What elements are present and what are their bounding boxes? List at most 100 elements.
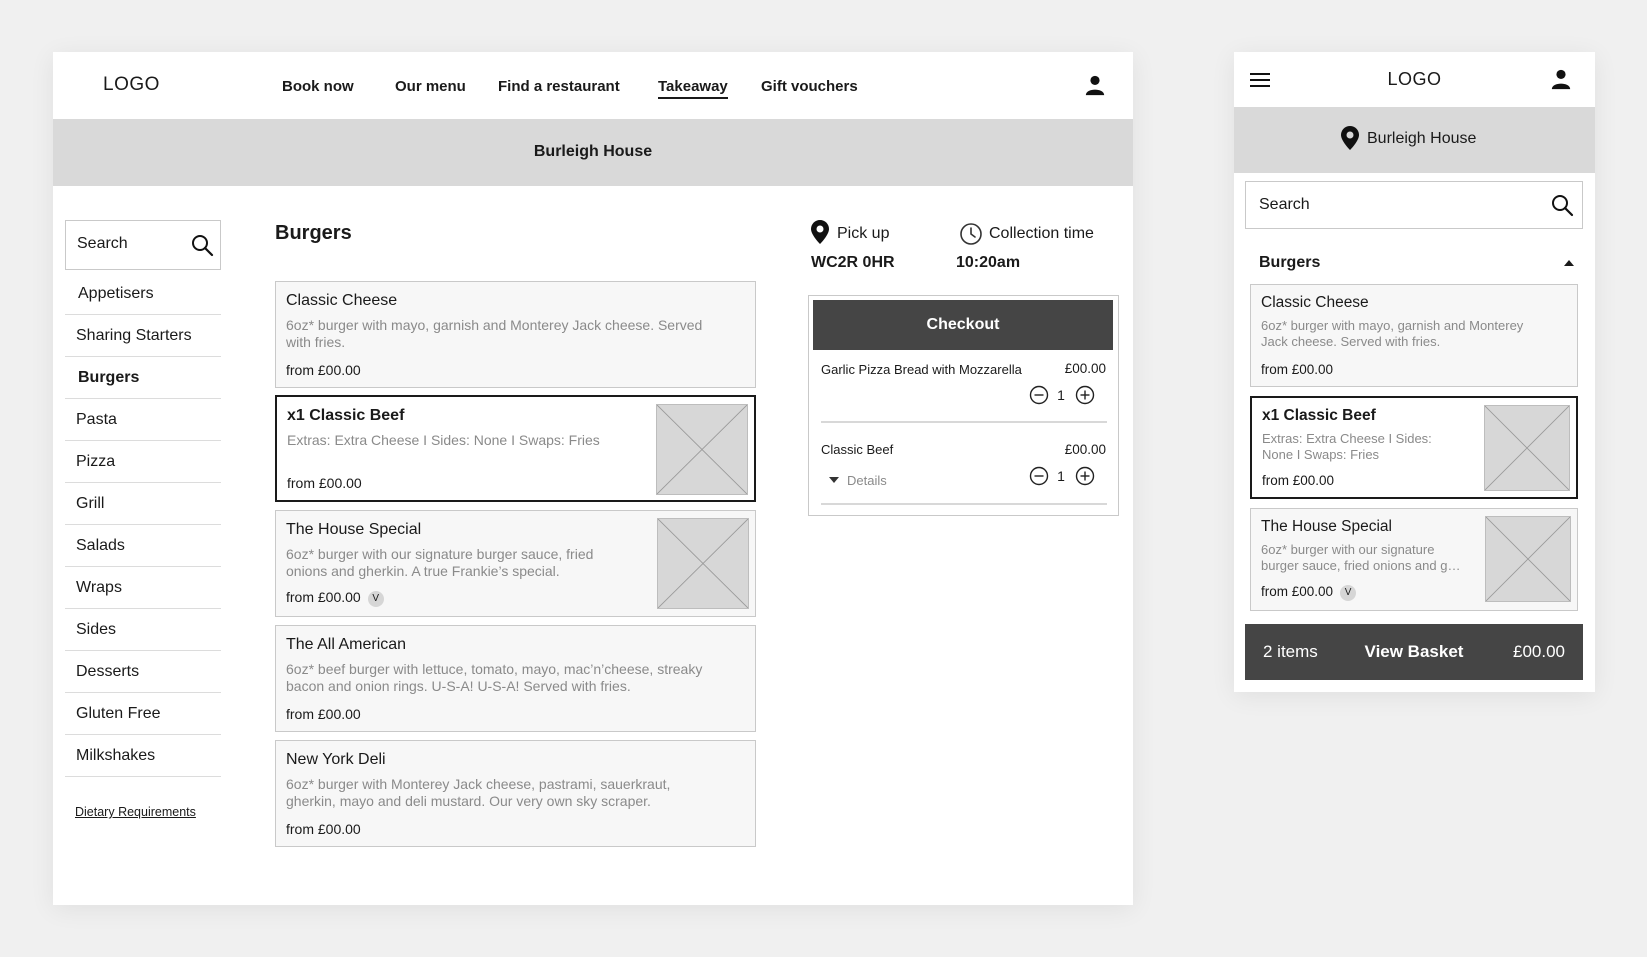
image-placeholder-icon xyxy=(657,518,749,609)
description-line: 6oz* burger with our signature burger sa… xyxy=(286,546,594,562)
minus-circle-icon[interactable] xyxy=(1029,466,1049,486)
category-desserts[interactable]: Desserts xyxy=(65,651,221,693)
plus-circle-icon[interactable] xyxy=(1075,466,1095,486)
image-placeholder-icon xyxy=(1484,405,1570,491)
menu-item-price: from £00.00 xyxy=(1262,473,1335,488)
nav-our-menu[interactable]: Our menu xyxy=(395,78,466,95)
logo[interactable]: LOGO xyxy=(1234,69,1595,90)
category-milkshakes[interactable]: Milkshakes xyxy=(65,735,221,777)
collection-time-label: Collection time xyxy=(989,225,1094,242)
menu-item-price-row: from £00.00 V xyxy=(286,589,384,607)
description-line: 6oz* burger with our signature xyxy=(1261,542,1435,557)
menu-item-house-special[interactable]: The House Special 6oz* burger with our s… xyxy=(275,510,756,617)
category-salads[interactable]: Salads xyxy=(65,525,221,567)
description-line: with fries. xyxy=(286,334,346,350)
section-title: Burgers xyxy=(1259,254,1321,271)
basket-item-count: 2 items xyxy=(1263,642,1318,661)
menu-item-price: from £00.00 xyxy=(287,475,362,491)
section-title: Burgers xyxy=(275,222,352,244)
category-burgers[interactable]: Burgers xyxy=(65,357,221,399)
quantity-value: 1 xyxy=(1057,387,1065,403)
menu-item-description: 6oz* burger with mayo, garnish and Monte… xyxy=(1261,318,1523,350)
menu-item-classic-cheese[interactable]: Classic Cheese 6oz* burger with mayo, ga… xyxy=(275,281,756,388)
menu-item-description: Extras: Extra Cheese I Sides: None I Swa… xyxy=(287,432,600,449)
menu-item-title: x1 Classic Beef xyxy=(287,407,405,424)
chevron-up-icon[interactable] xyxy=(1564,260,1574,266)
mobile-frame: LOGO Burleigh House Burgers Classic Chee… xyxy=(1234,52,1595,692)
description-line: gherkin, mayo and deli mustard. Our very… xyxy=(286,793,651,809)
description-line: 6oz* burger with mayo, garnish and Monte… xyxy=(286,317,703,333)
menu-item-title: The All American xyxy=(286,636,407,653)
user-icon[interactable] xyxy=(1084,74,1106,96)
menu-item-title: The House Special xyxy=(286,521,422,538)
top-navigation: LOGO Book now Our menu Find a restaurant… xyxy=(53,52,1133,119)
checkout-button[interactable]: Checkout xyxy=(813,300,1113,350)
basket-item-name: Classic Beef xyxy=(821,442,894,457)
menu-item-title: The House Special xyxy=(1261,518,1392,535)
category-pizza[interactable]: Pizza xyxy=(65,441,221,483)
search-icon[interactable] xyxy=(190,233,214,257)
menu-item-price: from £00.00 xyxy=(286,706,361,722)
basket-item-price: £00.00 xyxy=(1064,361,1106,376)
description-line: bacon and onion rings. U-S-A! U-S-A! Ser… xyxy=(286,678,631,694)
menu-item-price: from £00.00 xyxy=(286,821,361,837)
restaurant-banner: Burleigh House xyxy=(1234,107,1595,173)
restaurant-name: Burleigh House xyxy=(1367,130,1477,147)
menu-item-classic-beef[interactable]: x1 Classic Beef Extras: Extra Cheese I S… xyxy=(275,395,756,502)
image-placeholder-icon xyxy=(1485,516,1571,602)
category-pasta[interactable]: Pasta xyxy=(65,399,221,441)
nav-find-restaurant[interactable]: Find a restaurant xyxy=(498,78,620,95)
basket-item-name: Garlic Pizza Bread with Mozzarella xyxy=(821,362,1022,377)
description-line: None I Swaps: Fries xyxy=(1262,447,1380,462)
category-appetisers[interactable]: Appetisers xyxy=(65,273,221,315)
basket-total: £00.00 xyxy=(1513,642,1565,661)
menu-item-description: 6oz* burger with our signature burger sa… xyxy=(286,546,593,580)
description-line: 6oz* beef burger with lettuce, tomato, m… xyxy=(286,661,703,677)
vegetarian-badge: V xyxy=(367,591,384,607)
category-gluten-free[interactable]: Gluten Free xyxy=(65,693,221,735)
menu-item-house-special[interactable]: The House Special 6oz* burger with our s… xyxy=(1250,508,1578,611)
logo[interactable]: LOGO xyxy=(103,74,160,96)
menu-item-price-row: from £00.00 V xyxy=(1261,584,1357,601)
details-toggle[interactable]: Details xyxy=(829,473,887,488)
search-box xyxy=(1245,181,1583,229)
user-icon[interactable] xyxy=(1550,68,1572,90)
description-line: burger sauce, fried onions and g… xyxy=(1261,558,1461,573)
category-grill[interactable]: Grill xyxy=(65,483,221,525)
minus-circle-icon[interactable] xyxy=(1029,385,1049,405)
caret-down-icon xyxy=(829,477,839,483)
menu-item-classic-cheese[interactable]: Classic Cheese 6oz* burger with mayo, ga… xyxy=(1250,284,1578,387)
nav-takeaway[interactable]: Takeaway xyxy=(658,78,728,99)
category-wraps[interactable]: Wraps xyxy=(65,567,221,609)
basket-item-price: £00.00 xyxy=(1064,442,1106,457)
menu-item-description: 6oz* beef burger with lettuce, tomato, m… xyxy=(286,661,702,695)
category-sharing-starters[interactable]: Sharing Starters xyxy=(65,315,221,357)
search-input[interactable] xyxy=(77,235,187,253)
nav-book-now[interactable]: Book now xyxy=(282,78,354,95)
location-pin-icon xyxy=(811,220,829,244)
menu-item-classic-beef[interactable]: x1 Classic Beef Extras: Extra Cheese I S… xyxy=(1250,396,1578,499)
description-line: onions and gherkin. A true Frankie’s spe… xyxy=(286,563,560,579)
quantity-value: 1 xyxy=(1057,468,1065,484)
menu-item-description: 6oz* burger with mayo, garnish and Monte… xyxy=(286,317,702,351)
clock-icon xyxy=(960,223,982,245)
pickup-label: Pick up xyxy=(837,225,890,242)
description-line: Extras: Extra Cheese I Sides: None I Swa… xyxy=(287,432,600,448)
menu-item-title: x1 Classic Beef xyxy=(1262,407,1376,424)
nav-gift-vouchers[interactable]: Gift vouchers xyxy=(761,78,858,95)
desktop-frame: LOGO Book now Our menu Find a restaurant… xyxy=(53,52,1133,905)
divider xyxy=(821,503,1107,505)
pickup-postcode: WC2R 0HR xyxy=(811,254,895,271)
description-line: 6oz* burger with Monterey Jack cheese, p… xyxy=(286,776,671,792)
category-sides[interactable]: Sides xyxy=(65,609,221,651)
view-basket-button[interactable]: View Basket 2 items £00.00 xyxy=(1245,624,1583,680)
details-label: Details xyxy=(847,473,887,488)
plus-circle-icon[interactable] xyxy=(1075,385,1095,405)
category-list: Appetisers Sharing Starters Burgers Past… xyxy=(65,273,221,777)
search-icon[interactable] xyxy=(1550,193,1574,217)
menu-item-new-york-deli[interactable]: New York Deli 6oz* burger with Monterey … xyxy=(275,740,756,847)
dietary-requirements-link[interactable]: Dietary Requirements xyxy=(75,805,196,819)
menu-item-all-american[interactable]: The All American 6oz* beef burger with l… xyxy=(275,625,756,732)
description-line: 6oz* burger with mayo, garnish and Monte… xyxy=(1261,318,1524,333)
search-input[interactable] xyxy=(1259,196,1529,214)
